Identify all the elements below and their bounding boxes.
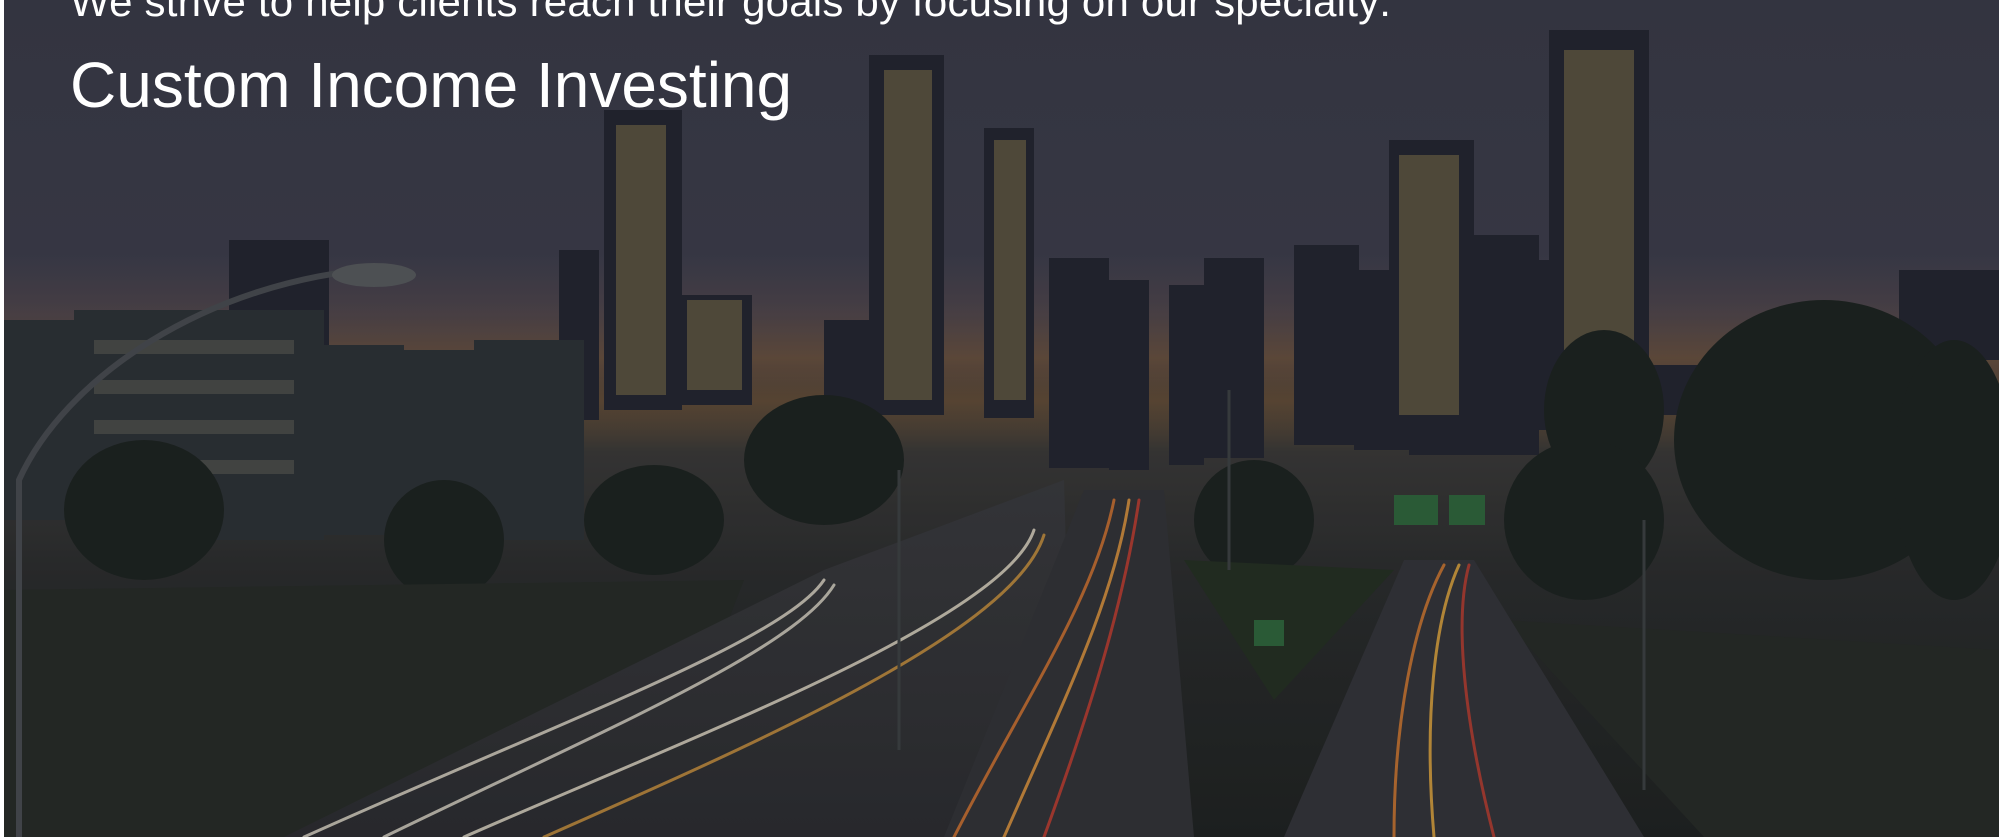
dark-overlay: [4, 0, 1999, 837]
hero-banner: We strive to help clients reach their go…: [4, 0, 1999, 837]
hero-tagline: We strive to help clients reach their go…: [70, 0, 1392, 25]
hero-specialty-title: Custom Income Investing: [70, 49, 793, 121]
